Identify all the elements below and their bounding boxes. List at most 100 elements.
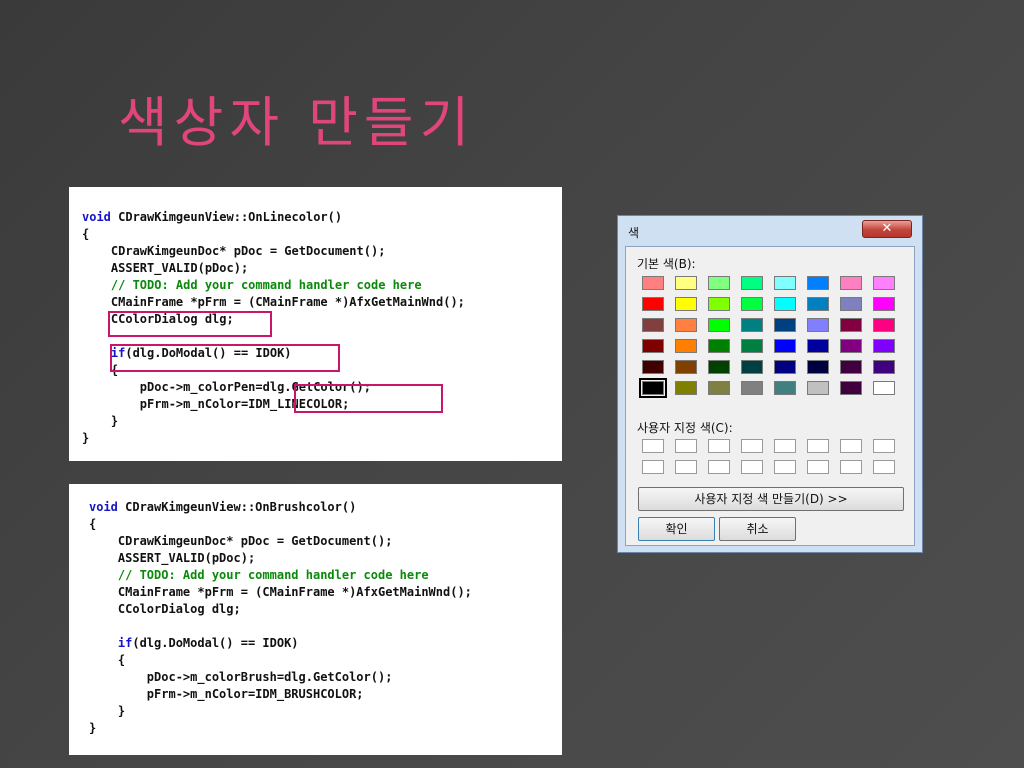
basic-color-swatch[interactable] (741, 339, 763, 353)
basic-color-swatch[interactable] (639, 378, 667, 398)
custom-color-swatch[interactable] (675, 439, 697, 453)
custom-color-swatch[interactable] (807, 439, 829, 453)
code-text: CMainFrame *pFrm = (CMainFrame *)AfxGetM… (89, 585, 472, 599)
basic-color-swatch[interactable] (642, 318, 664, 332)
basic-color-swatch[interactable] (642, 297, 664, 311)
custom-color-swatch[interactable] (774, 460, 796, 474)
code-text: ASSERT_VALID(pDoc); (82, 261, 249, 275)
basic-color-swatch[interactable] (675, 297, 697, 311)
basic-color-swatch[interactable] (774, 297, 796, 311)
define-custom-colors-button[interactable]: 사용자 지정 색 만들기(D) >> (638, 487, 904, 511)
code-text: } (89, 721, 97, 735)
code-line: } (82, 430, 89, 447)
code-text: { (89, 653, 126, 667)
basic-color-swatch[interactable] (774, 276, 796, 290)
code-comment: // TODO: Add your command handler code h… (89, 568, 429, 582)
code-line: CMainFrame *pFrm = (CMainFrame *)AfxGetM… (82, 294, 465, 311)
basic-color-swatch[interactable] (840, 339, 862, 353)
basic-color-swatch[interactable] (873, 339, 895, 353)
custom-color-swatch[interactable] (840, 439, 862, 453)
basic-color-swatch[interactable] (807, 339, 829, 353)
code-text: (dlg.DoModal() == IDOK) (132, 636, 299, 650)
basic-color-swatch[interactable] (642, 276, 664, 290)
code-line: void CDrawKimgeunView::OnLinecolor() (82, 209, 342, 226)
code-line: pDoc->m_colorBrush=dlg.GetColor(); (89, 669, 393, 686)
basic-color-swatch[interactable] (708, 339, 730, 353)
custom-color-swatch[interactable] (741, 439, 763, 453)
code-text: CDrawKimgeunDoc* pDoc = GetDocument(); (89, 534, 393, 548)
basic-color-swatch[interactable] (741, 381, 763, 395)
custom-color-swatch[interactable] (807, 460, 829, 474)
custom-color-swatch[interactable] (840, 460, 862, 474)
code-text: pFrm->m_nColor=IDM_BRUSHCOLOR; (89, 687, 364, 701)
custom-color-swatch[interactable] (675, 460, 697, 474)
basic-color-swatch[interactable] (708, 297, 730, 311)
custom-color-swatch[interactable] (873, 460, 895, 474)
basic-color-swatch[interactable] (708, 318, 730, 332)
color-dialog: 색 ✕ 기본 색(B): 사용자 지정 색(C): 사용자 지정 색 만들기(D… (617, 215, 923, 553)
custom-color-swatch[interactable] (708, 439, 730, 453)
custom-color-swatch[interactable] (642, 439, 664, 453)
basic-color-swatch[interactable] (675, 360, 697, 374)
code-text: { (82, 227, 90, 241)
basic-color-swatch[interactable] (708, 276, 730, 290)
code-line: { (89, 652, 125, 669)
basic-color-swatch[interactable] (708, 360, 730, 374)
code-line: CDrawKimgeunDoc* pDoc = GetDocument(); (89, 533, 393, 550)
custom-color-swatch[interactable] (741, 460, 763, 474)
basic-color-swatch[interactable] (840, 318, 862, 332)
basic-color-swatch[interactable] (675, 381, 697, 395)
basic-color-swatch[interactable] (807, 297, 829, 311)
code-line: if(dlg.DoModal() == IDOK) (89, 635, 299, 652)
basic-color-swatch[interactable] (873, 381, 895, 395)
basic-color-swatch[interactable] (642, 360, 664, 374)
code-text: ASSERT_VALID(pDoc); (89, 551, 256, 565)
ok-button[interactable]: 확인 (638, 517, 715, 541)
basic-color-swatch[interactable] (774, 318, 796, 332)
basic-color-swatch[interactable] (807, 381, 829, 395)
basic-color-swatch[interactable] (807, 360, 829, 374)
code-line: CDrawKimgeunDoc* pDoc = GetDocument(); (82, 243, 386, 260)
basic-color-swatch[interactable] (840, 276, 862, 290)
code-text: } (89, 704, 126, 718)
code-line: ASSERT_VALID(pDoc); (89, 550, 255, 567)
basic-color-swatch[interactable] (774, 339, 796, 353)
basic-color-swatch[interactable] (807, 318, 829, 332)
custom-color-swatch[interactable] (708, 460, 730, 474)
basic-color-swatch[interactable] (741, 360, 763, 374)
code-text: CMainFrame *pFrm = (CMainFrame *)AfxGetM… (82, 295, 465, 309)
cancel-button[interactable]: 취소 (719, 517, 796, 541)
basic-colors-label: 기본 색(B): (637, 257, 696, 271)
basic-color-swatch[interactable] (675, 318, 697, 332)
basic-color-swatch[interactable] (675, 339, 697, 353)
basic-color-swatch[interactable] (741, 276, 763, 290)
custom-color-swatch[interactable] (774, 439, 796, 453)
code-keyword: if (117, 636, 133, 650)
code-line: // TODO: Add your command handler code h… (82, 277, 422, 294)
basic-color-swatch[interactable] (807, 276, 829, 290)
basic-color-swatch[interactable] (675, 276, 697, 290)
basic-color-swatch[interactable] (741, 318, 763, 332)
basic-color-swatch[interactable] (741, 297, 763, 311)
code-text: CDrawKimgeunView::OnLinecolor() (110, 210, 343, 224)
basic-color-swatch[interactable] (873, 276, 895, 290)
basic-color-swatch[interactable] (708, 381, 730, 395)
basic-color-swatch[interactable] (774, 360, 796, 374)
custom-color-swatch[interactable] (642, 460, 664, 474)
basic-color-swatch[interactable] (774, 381, 796, 395)
basic-color-swatch[interactable] (873, 318, 895, 332)
code-line: pFrm->m_nColor=IDM_BRUSHCOLOR; (89, 686, 364, 703)
basic-color-swatch[interactable] (840, 360, 862, 374)
basic-color-swatch[interactable] (840, 381, 862, 395)
custom-colors-label: 사용자 지정 색(C): (637, 421, 733, 435)
code-keyword: void (82, 210, 111, 224)
code-line: CColorDialog dlg; (89, 601, 241, 618)
close-button[interactable]: ✕ (862, 220, 912, 238)
basic-color-swatch[interactable] (873, 297, 895, 311)
custom-color-swatch[interactable] (873, 439, 895, 453)
basic-color-swatch[interactable] (642, 339, 664, 353)
basic-color-swatch[interactable] (840, 297, 862, 311)
basic-color-swatch[interactable] (873, 360, 895, 374)
